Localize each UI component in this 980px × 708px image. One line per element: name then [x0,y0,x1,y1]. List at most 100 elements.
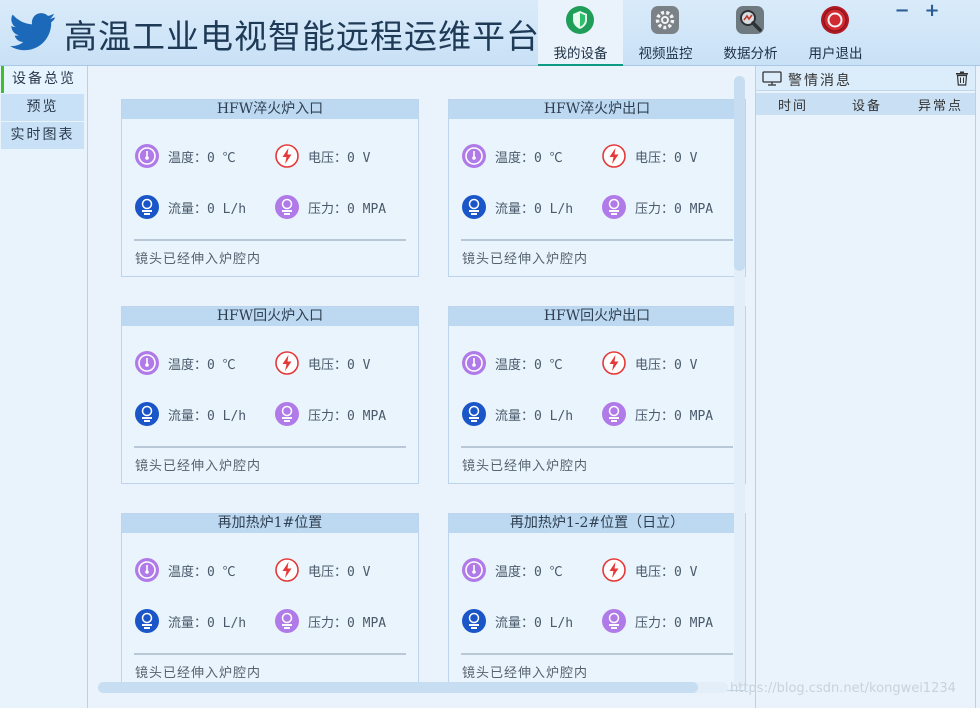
voltage-value: 电压：0 V [308,357,371,373]
pressure-value: 压力：0 MPA [635,615,714,631]
card-divider [461,239,733,241]
temperature-value: 温度：0 ℃ [495,150,563,166]
flow-gauge-icon [135,402,159,426]
sidebar: 设备总览 预览 实时图表 [0,66,88,708]
card-divider [134,653,406,655]
flow-gauge-icon [135,195,159,219]
nav-label: 我的设备 [553,46,608,62]
minimize-button[interactable]: − [894,2,910,20]
flow-value: 流量：0 L/h [495,408,574,424]
title-bar: 高温工业电视智能远程运维平台 我的设备 视频监控 数据分析 用户退出 − + [0,0,980,66]
nav-label: 视频监控 [638,46,693,62]
voltage-value: 电压：0 V [635,357,698,373]
alert-table-header: 时间 设备 异常点 [756,93,975,115]
main-nav: 我的设备 视频监控 数据分析 用户退出 [538,0,878,66]
device-card[interactable]: HFW淬火炉入口 温度：0 ℃ 电压：0 V 流量：0 L/h 压力：0 MPA… [121,99,419,277]
pressure-gauge-icon [275,195,299,219]
flow-metric: 流量：0 L/h [134,608,246,634]
horizontal-scroll-thumb[interactable] [98,682,698,693]
thermometer-icon [135,351,159,375]
nav-data-analysis[interactable]: 数据分析 [708,0,793,66]
pressure-metric: 压力：0 MPA [601,608,713,634]
flow-value: 流量：0 L/h [168,408,247,424]
lightning-icon [602,351,626,375]
voltage-metric: 电压：0 V [274,143,370,169]
device-card[interactable]: 再加热炉1-2#位置（日立） 温度：0 ℃ 电压：0 V 流量：0 L/h 压力… [448,513,746,691]
shield-icon [566,6,594,34]
alert-panel: 警情消息 时间 设备 异常点 [755,66,976,708]
pressure-metric: 压力：0 MPA [274,194,386,220]
temperature-metric: 温度：0 ℃ [134,350,236,376]
device-status-text: 镜头已经伸入炉腔内 [462,666,589,681]
flow-metric: 流量：0 L/h [461,608,573,634]
temperature-metric: 温度：0 ℃ [461,557,563,583]
device-title: HFW淬火炉出口 [449,100,745,119]
device-title: HFW淬火炉入口 [122,100,418,119]
temperature-value: 温度：0 ℃ [495,357,563,373]
device-card[interactable]: HFW回火炉入口 温度：0 ℃ 电压：0 V 流量：0 L/h 压力：0 MPA… [121,306,419,484]
watermark-text: https://blog.csdn.net/kongwei1234 [730,681,956,696]
pressure-metric: 压力：0 MPA [601,401,713,427]
sidebar-item-preview[interactable]: 预览 [1,94,84,121]
device-status-text: 镜头已经伸入炉腔内 [135,252,262,267]
temperature-metric: 温度：0 ℃ [134,557,236,583]
flow-value: 流量：0 L/h [495,201,574,217]
voltage-metric: 电压：0 V [601,557,697,583]
gear-icon [651,6,679,34]
pressure-gauge-icon [602,195,626,219]
card-divider [461,446,733,448]
column-time[interactable]: 时间 [778,95,808,114]
flow-value: 流量：0 L/h [168,201,247,217]
nav-label: 用户退出 [808,46,863,62]
voltage-metric: 电压：0 V [601,143,697,169]
maximize-button[interactable]: + [924,2,940,20]
card-divider [134,446,406,448]
flow-metric: 流量：0 L/h [461,194,573,220]
device-card[interactable]: HFW回火炉出口 温度：0 ℃ 电压：0 V 流量：0 L/h 压力：0 MPA… [448,306,746,484]
device-status-text: 镜头已经伸入炉腔内 [135,666,262,681]
flow-gauge-icon [135,609,159,633]
thermometer-icon [462,144,486,168]
pressure-value: 压力：0 MPA [308,615,387,631]
column-anomaly[interactable]: 异常点 [918,95,963,114]
bird-logo-icon [10,13,56,51]
sidebar-item-overview[interactable]: 设备总览 [1,66,84,93]
nav-video-monitor[interactable]: 视频监控 [623,0,708,66]
pressure-value: 压力：0 MPA [635,408,714,424]
magnifier-icon [736,6,764,34]
pressure-gauge-icon [275,609,299,633]
device-title: HFW回火炉入口 [122,307,418,326]
temperature-value: 温度：0 ℃ [168,150,236,166]
voltage-value: 电压：0 V [635,150,698,166]
lightning-icon [275,351,299,375]
device-status-text: 镜头已经伸入炉腔内 [462,252,589,267]
pressure-value: 压力：0 MPA [308,408,387,424]
device-card[interactable]: 再加热炉1#位置 温度：0 ℃ 电压：0 V 流量：0 L/h 压力：0 MPA… [121,513,419,691]
flow-metric: 流量：0 L/h [461,401,573,427]
column-device[interactable]: 设备 [852,95,882,114]
sidebar-item-realtime-chart[interactable]: 实时图表 [1,122,84,149]
flow-metric: 流量：0 L/h [134,194,246,220]
voltage-value: 电压：0 V [635,564,698,580]
flow-metric: 流量：0 L/h [134,401,246,427]
temperature-metric: 温度：0 ℃ [461,143,563,169]
app-title: 高温工业电视智能远程运维平台 [64,17,540,56]
nav-user-logout[interactable]: 用户退出 [793,0,878,66]
alert-panel-title: 警情消息 [788,73,852,89]
nav-my-devices[interactable]: 我的设备 [538,0,623,66]
power-icon [821,6,849,34]
pressure-gauge-icon [602,609,626,633]
trash-icon[interactable] [955,71,969,86]
device-status-text: 镜头已经伸入炉腔内 [462,459,589,474]
device-title: 再加热炉1-2#位置（日立） [449,514,745,533]
horizontal-scrollbar[interactable] [98,682,728,693]
pressure-metric: 压力：0 MPA [601,194,713,220]
vertical-scroll-thumb[interactable] [734,76,745,271]
flow-gauge-icon [462,609,486,633]
lightning-icon [275,558,299,582]
device-card[interactable]: HFW淬火炉出口 温度：0 ℃ 电压：0 V 流量：0 L/h 压力：0 MPA… [448,99,746,277]
voltage-metric: 电压：0 V [274,350,370,376]
monitor-icon [762,71,782,86]
vertical-scrollbar[interactable] [734,76,745,688]
flow-value: 流量：0 L/h [168,615,247,631]
